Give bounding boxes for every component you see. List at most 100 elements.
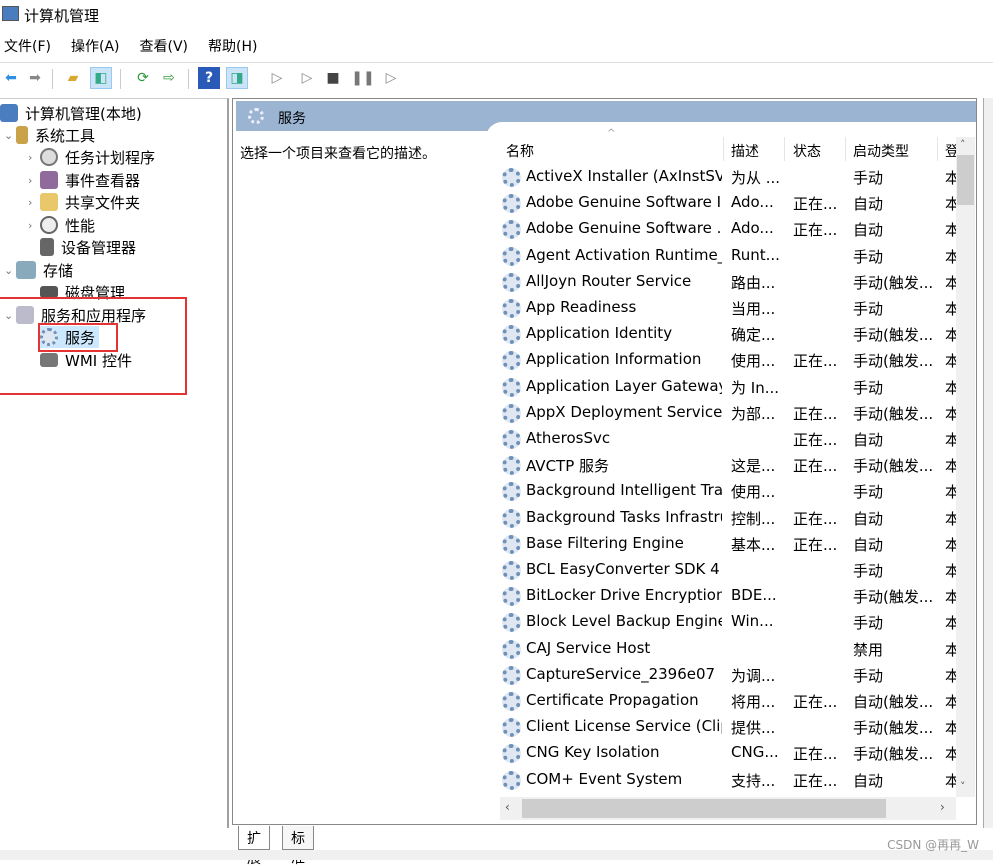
service-status: 正在... bbox=[793, 771, 838, 790]
tree-system-tools[interactable]: ⌄ 系统工具 bbox=[4, 124, 95, 146]
table-row[interactable]: CaptureService_2396e07 为调... 手动 本 bbox=[500, 662, 956, 688]
tree-storage[interactable]: ⌄ 存储 bbox=[4, 259, 73, 281]
service-name: CNG Key Isolation bbox=[526, 743, 660, 762]
gear-icon bbox=[502, 770, 521, 790]
forward-icon[interactable]: ➡ bbox=[24, 67, 46, 89]
table-row[interactable]: AtherosSvc 正在... 自动 本 bbox=[500, 426, 956, 452]
table-row[interactable]: AllJoyn Router Service 路由... 手动(触发... 本 bbox=[500, 269, 956, 295]
column-description[interactable]: 描述 bbox=[731, 141, 759, 161]
gear-icon bbox=[502, 482, 521, 502]
gear-icon bbox=[502, 403, 521, 423]
table-row[interactable]: ActiveX Installer (AxInstSV) 为从 ... 手动 本 bbox=[500, 164, 956, 190]
table-row[interactable]: CNG Key Isolation CNG... 正在... 手动(触发... 本 bbox=[500, 740, 956, 766]
service-name: Background Intelligent Tra... bbox=[526, 481, 722, 500]
column-startup-type[interactable]: 启动类型 bbox=[853, 141, 909, 161]
service-name: BitLocker Drive Encryption ... bbox=[526, 586, 722, 605]
horizontal-scroll-thumb[interactable] bbox=[522, 799, 886, 818]
gear-icon bbox=[502, 508, 521, 528]
service-logon-as: 本 bbox=[945, 378, 956, 397]
column-logon-as[interactable]: 登 bbox=[945, 141, 956, 161]
tree-performance[interactable]: › 性能 bbox=[28, 214, 95, 236]
table-row[interactable]: Block Level Backup Engine ... Win... 手动 本 bbox=[500, 609, 956, 635]
stop-service-icon[interactable]: ■ bbox=[322, 67, 344, 89]
service-startup-type: 手动 bbox=[853, 247, 884, 266]
table-row[interactable]: Adobe Genuine Software ... Ado... 正在... 自动 本 bbox=[500, 216, 956, 242]
service-status: 正在... bbox=[793, 509, 838, 528]
table-row[interactable]: Application Layer Gateway ... 为 In... 手动 本 bbox=[500, 374, 956, 400]
service-name: App Readiness bbox=[526, 298, 637, 316]
show-hide-action-pane-icon[interactable]: ◨ bbox=[226, 67, 248, 89]
service-logon-as: 本 bbox=[945, 588, 956, 607]
gear-icon bbox=[502, 665, 521, 685]
service-startup-type: 手动 bbox=[853, 483, 884, 502]
tab-extended[interactable]: 扩展 bbox=[238, 826, 270, 867]
table-row[interactable]: BCL EasyConverter SDK 4 L... 手动 本 bbox=[500, 557, 956, 583]
service-logon-as: 本 bbox=[945, 614, 956, 633]
menu-view[interactable]: 查看(V) bbox=[136, 36, 193, 58]
service-logon-as: 本 bbox=[945, 640, 956, 659]
table-row[interactable]: Application Identity 确定... 手动(触发... 本 bbox=[500, 321, 956, 347]
tree-computer-management-local[interactable]: 计算机管理(本地) bbox=[0, 102, 142, 124]
resume-service-icon[interactable]: ▷ bbox=[380, 67, 402, 89]
service-description: 将用... bbox=[731, 693, 776, 711]
back-icon[interactable]: ⬅ bbox=[0, 67, 22, 89]
table-row[interactable]: BitLocker Drive Encryption ... BDE... 手动(触… bbox=[500, 583, 956, 609]
start-service-icon[interactable]: ▷ bbox=[266, 67, 288, 89]
table-row[interactable]: CAJ Service Host 禁用 本 bbox=[500, 636, 956, 662]
table-row[interactable]: Application Information 使用... 正在... 手动(触发..… bbox=[500, 347, 956, 373]
tree-task-scheduler[interactable]: › 任务计划程序 bbox=[28, 146, 155, 168]
service-startup-type: 手动 bbox=[853, 169, 884, 187]
start-service-alt-icon[interactable]: ▷ bbox=[296, 67, 318, 89]
vertical-scroll-thumb[interactable] bbox=[957, 155, 974, 205]
table-row[interactable]: Background Tasks Infrastru... 控制... 正在... 自… bbox=[500, 505, 956, 531]
scroll-up-icon[interactable]: ˄ bbox=[960, 138, 966, 151]
scroll-left-icon[interactable]: ‹ bbox=[505, 800, 510, 814]
service-status: 正在... bbox=[793, 221, 838, 240]
tree-device-manager[interactable]: 设备管理器 bbox=[40, 236, 136, 258]
service-logon-as: 本 bbox=[945, 562, 956, 580]
table-row[interactable]: Agent Activation Runtime_... Runt... 手动 本 bbox=[500, 243, 956, 269]
vertical-scrollbar[interactable] bbox=[956, 137, 975, 797]
service-startup-type: 自动 bbox=[853, 509, 884, 528]
table-row[interactable]: Certificate Propagation 将用... 正在... 自动(触发..… bbox=[500, 688, 956, 714]
refresh-icon[interactable]: ⟳ bbox=[132, 67, 154, 89]
column-name[interactable]: 名称 bbox=[506, 141, 534, 161]
service-startup-type: 手动(触发... bbox=[853, 457, 934, 476]
table-row[interactable]: Base Filtering Engine 基本... 正在... 自动 本 bbox=[500, 531, 956, 557]
scroll-down-icon[interactable]: ˅ bbox=[960, 780, 966, 793]
service-status: 正在... bbox=[793, 195, 838, 214]
window-title: 计算机管理 bbox=[24, 7, 100, 25]
scroll-right-icon[interactable]: › bbox=[940, 800, 945, 814]
gear-icon bbox=[502, 639, 521, 659]
service-logon-as: 本 bbox=[945, 247, 956, 266]
table-row[interactable]: App Readiness 当用... 手动 本 bbox=[500, 295, 956, 321]
table-row[interactable]: Background Intelligent Tra... 使用... 手动 本 bbox=[500, 478, 956, 504]
service-logon-as: 本 bbox=[945, 666, 956, 685]
table-row[interactable]: AppX Deployment Service ... 为部... 正在... 手动(… bbox=[500, 400, 956, 426]
table-row[interactable]: AVCTP 服务 这是... 正在... 手动(触发... 本 bbox=[500, 452, 956, 478]
menu-file[interactable]: 文件(F) bbox=[0, 36, 55, 58]
service-description: 支持... bbox=[731, 771, 776, 790]
tree-shared-folders[interactable]: › 共享文件夹 bbox=[28, 191, 140, 213]
service-description: 路由... bbox=[731, 273, 776, 292]
menu-help[interactable]: 帮助(H) bbox=[204, 36, 261, 58]
gear-icon bbox=[502, 456, 521, 476]
service-name: Agent Activation Runtime_... bbox=[526, 245, 722, 264]
gear-icon bbox=[502, 718, 521, 738]
up-folder-icon[interactable]: ▰ bbox=[62, 67, 84, 89]
table-row[interactable]: COM+ Event System 支持... 正在... 自动 本 bbox=[500, 767, 956, 793]
service-startup-type: 手动 bbox=[853, 300, 884, 318]
help-icon[interactable]: ? bbox=[198, 67, 220, 89]
pause-service-icon[interactable]: ❚❚ bbox=[351, 67, 374, 89]
column-status[interactable]: 状态 bbox=[793, 141, 821, 161]
table-row[interactable]: Adobe Genuine Software I... Ado... 正在... 自动… bbox=[500, 190, 956, 216]
tree-event-viewer[interactable]: › 事件查看器 bbox=[28, 169, 140, 191]
tab-standard[interactable]: 标准 bbox=[282, 826, 314, 867]
service-logon-as: 本 bbox=[945, 404, 956, 423]
menu-action[interactable]: 操作(A) bbox=[67, 36, 124, 58]
table-row[interactable]: Client License Service (Clip... 提供... 手动(触… bbox=[500, 714, 956, 740]
show-hide-tree-icon[interactable]: ◧ bbox=[90, 67, 112, 89]
gear-icon bbox=[502, 692, 521, 711]
export-list-icon[interactable]: ⇨ bbox=[158, 67, 180, 89]
service-name: CAJ Service Host bbox=[526, 638, 651, 657]
